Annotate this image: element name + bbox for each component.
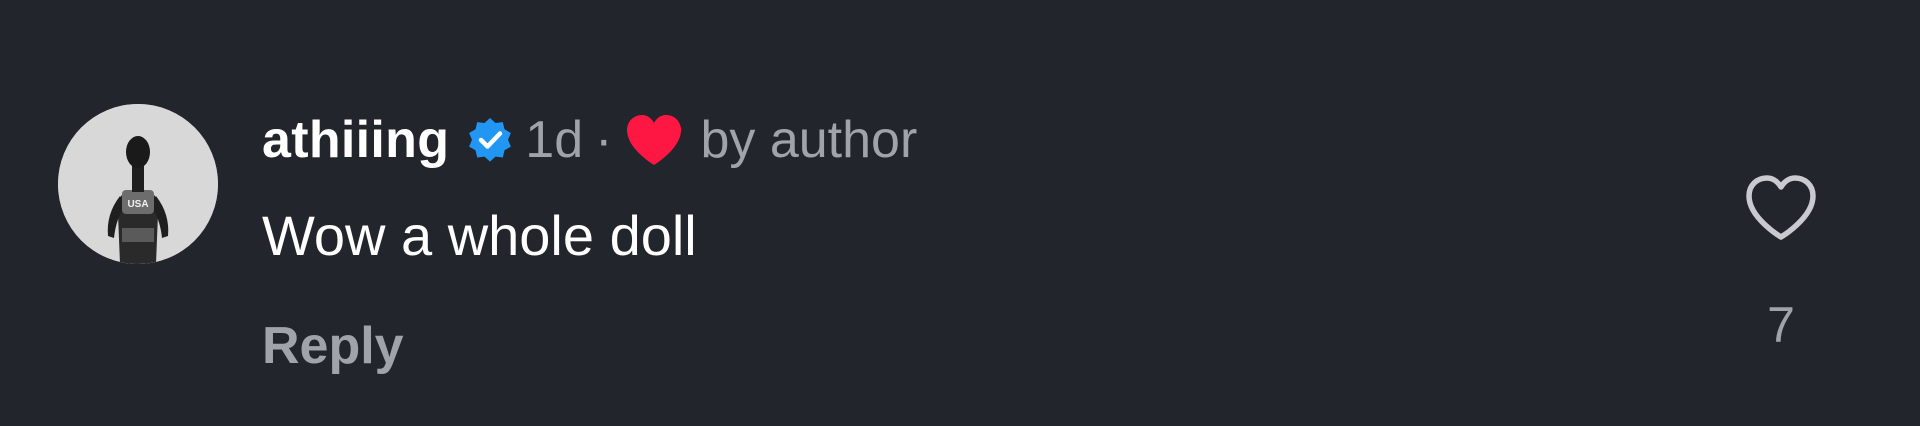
author-liked-heart-icon [624, 113, 684, 167]
like-count: 7 [1767, 297, 1795, 353]
liked-by-author-label: by author [700, 111, 918, 169]
reply-button[interactable]: Reply [262, 316, 404, 376]
comment-meta: athiiing 1d · by author [262, 108, 917, 172]
timestamp: 1d [525, 111, 584, 169]
avatar-jersey-text: USA [127, 199, 148, 210]
avatar-photo: USA [58, 104, 218, 264]
avatar[interactable]: USA [58, 104, 218, 264]
verified-badge-icon [465, 115, 515, 165]
comment-text: Wow a whole doll [262, 204, 697, 267]
like-button[interactable] [1742, 170, 1820, 248]
username[interactable]: athiiing [262, 110, 449, 170]
comment-item: USA athiiing 1d · by author Wow a whole … [0, 0, 1920, 426]
heart-outline-icon [1746, 175, 1816, 240]
separator-dot: · [595, 111, 613, 169]
